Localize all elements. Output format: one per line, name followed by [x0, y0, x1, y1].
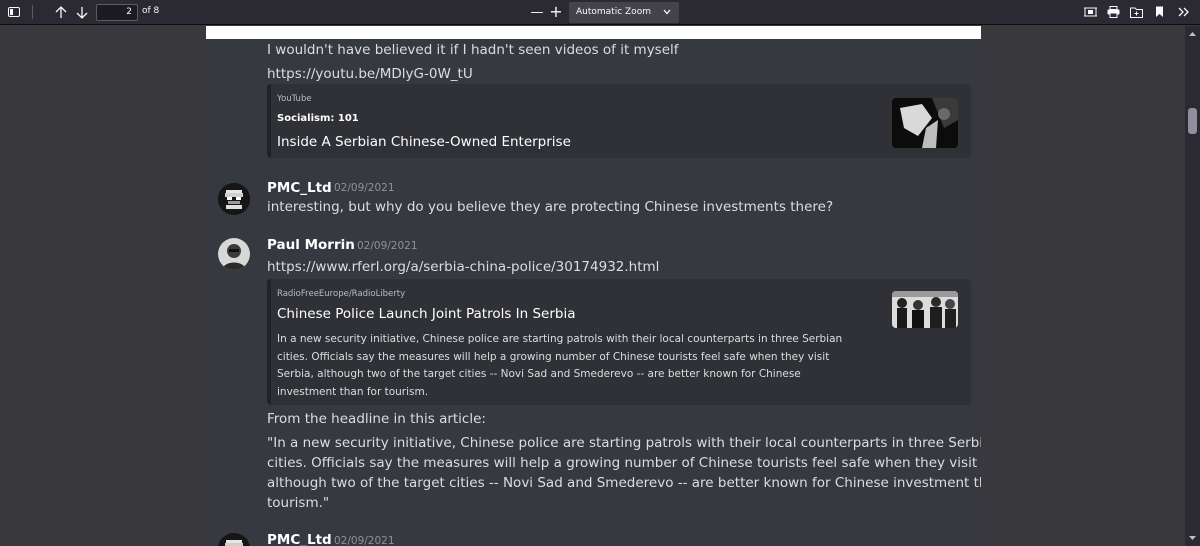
avatar[interactable]	[218, 183, 250, 215]
zoom-select-value: Automatic Zoom	[576, 7, 651, 17]
zoom-select[interactable]: Automatic Zoom	[569, 2, 679, 23]
bookmark-icon[interactable]	[1148, 2, 1170, 22]
open-file-icon[interactable]	[1125, 2, 1147, 22]
message-timestamp: 02/09/2021	[334, 182, 395, 194]
scroll-down-icon[interactable]	[1188, 534, 1197, 543]
message-text: I wouldn't have believed it if I hadn't …	[267, 42, 679, 58]
embed-provider[interactable]: RadioFreeEurope/RadioLiberty	[277, 289, 405, 299]
youtube-embed: YouTube Socialism: 101 Inside A Serbian …	[267, 84, 971, 158]
plus-icon: +	[549, 2, 563, 21]
previous-page-icon[interactable]	[50, 2, 72, 22]
message-author[interactable]: PMC_Ltd	[267, 532, 332, 546]
embed-author[interactable]: Socialism: 101	[277, 113, 359, 124]
message-text: interesting, but why do you believe they…	[267, 199, 834, 215]
message-link[interactable]: https://www.rferl.org/a/serbia-china-pol…	[267, 259, 659, 275]
quote-line: although two of the target cities -- Nov…	[267, 475, 981, 491]
next-page-icon[interactable]	[71, 2, 93, 22]
avatar[interactable]	[218, 533, 250, 546]
presentation-mode-icon[interactable]	[1079, 2, 1101, 22]
zoom-in-button[interactable]: +	[545, 2, 567, 22]
pdf-toolbar: 2 of 8 — + Automatic Zoom	[0, 0, 1200, 25]
previous-page-edge	[206, 26, 981, 39]
message-timestamp: 02/09/2021	[334, 535, 395, 546]
message-author[interactable]: Paul Morrin	[267, 237, 355, 253]
message-link[interactable]: https://youtu.be/MDlyG-0W_tU	[267, 66, 473, 82]
avatar[interactable]	[218, 238, 250, 270]
pdf-page: I wouldn't have believed it if I hadn't …	[206, 39, 981, 546]
minus-icon: —	[530, 4, 544, 20]
embed-provider[interactable]: YouTube	[277, 94, 312, 104]
embed-title[interactable]: Chinese Police Launch Joint Patrols In S…	[277, 306, 576, 322]
print-icon[interactable]	[1102, 2, 1124, 22]
chevron-down-icon	[663, 8, 671, 18]
embed-description-line: Serbia, although two of the target citie…	[277, 368, 801, 380]
embed-description-line: investment than for tourism.	[277, 385, 429, 398]
quote-line: tourism."	[267, 495, 330, 511]
embed-description-line: cities. Officials say the measures will …	[277, 350, 830, 363]
video-thumbnail[interactable]	[892, 98, 958, 148]
message-text: From the headline in this article:	[267, 411, 486, 427]
scroll-up-icon[interactable]	[1188, 30, 1197, 39]
vertical-scrollbar[interactable]	[1185, 26, 1200, 546]
article-thumbnail[interactable]	[892, 291, 958, 328]
toolbar-separator	[32, 5, 33, 19]
document-viewer: I wouldn't have believed it if I hadn't …	[0, 26, 1185, 546]
sidebar-toggle-icon[interactable]	[3, 2, 25, 22]
message-timestamp: 02/09/2021	[357, 240, 418, 252]
quote-line: cities. Officials say the measures will …	[267, 455, 981, 471]
article-embed: RadioFreeEurope/RadioLiberty Chinese Pol…	[267, 279, 971, 405]
embed-description-line: In a new security initiative, Chinese po…	[277, 333, 843, 345]
tools-menu-icon[interactable]	[1173, 2, 1195, 22]
embed-title[interactable]: Inside A Serbian Chinese-Owned Enterpris…	[277, 134, 571, 150]
page-count: of 8	[142, 6, 160, 16]
page-number-input[interactable]: 2	[96, 4, 138, 21]
message-author[interactable]: PMC_Ltd	[267, 180, 332, 196]
quote-line: "In a new security initiative, Chinese p…	[267, 435, 981, 451]
scrollbar-thumb[interactable]	[1188, 108, 1197, 134]
